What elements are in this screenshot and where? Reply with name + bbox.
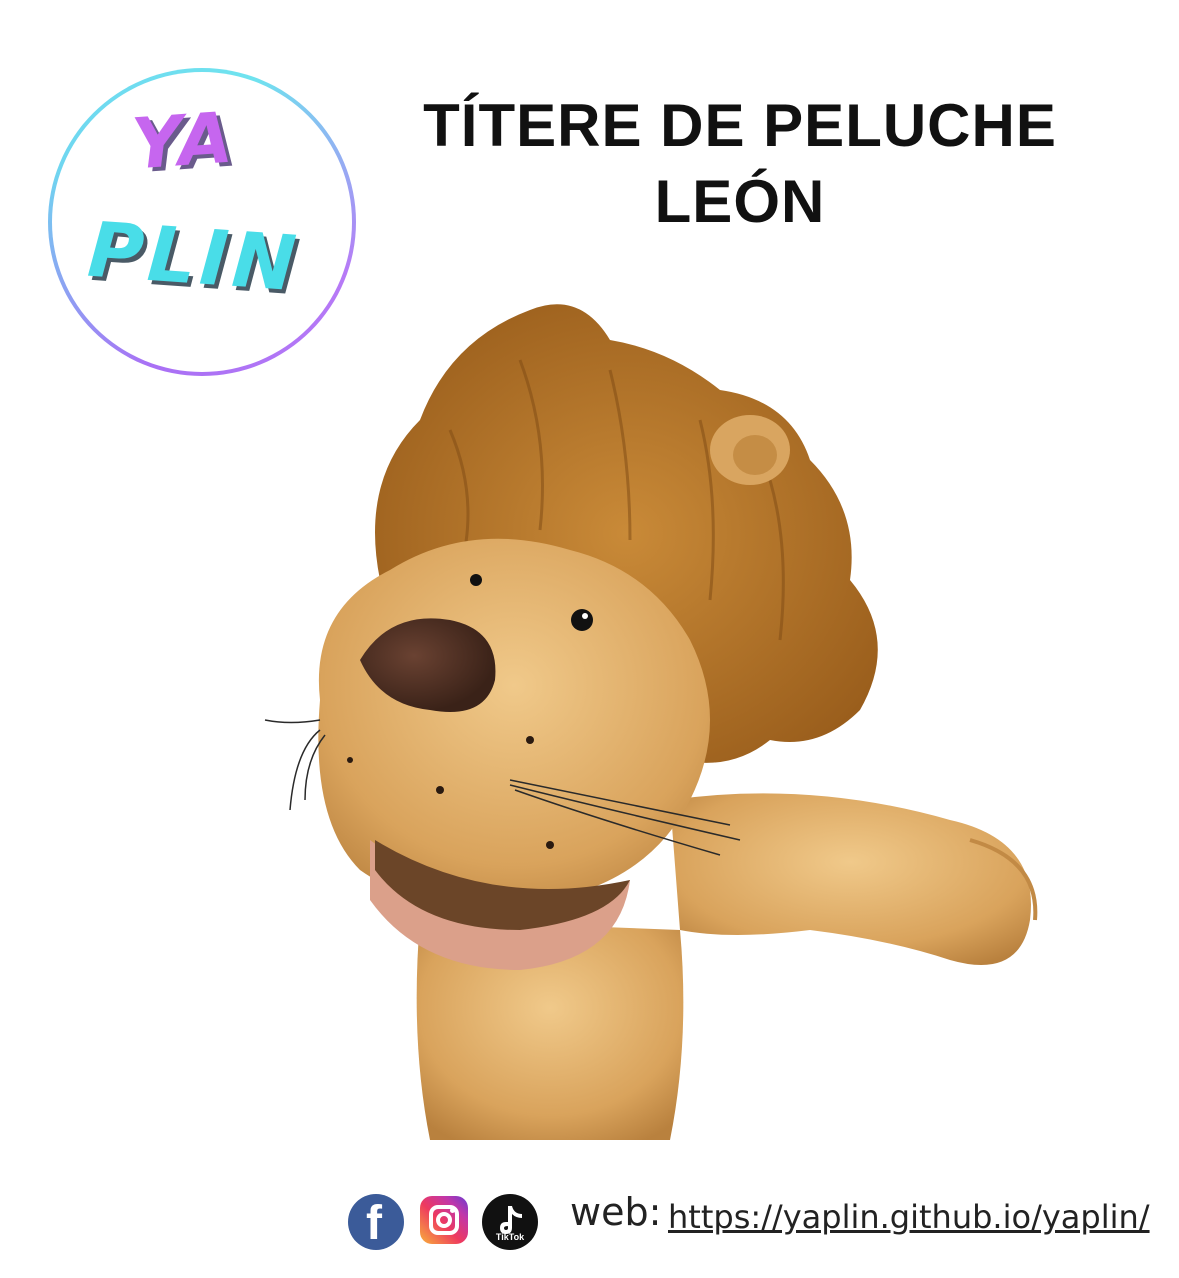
logo-text-top: YA (129, 96, 237, 186)
facebook-icon[interactable]: f (348, 1194, 404, 1250)
product-title: TÍTERE DE PELUCHE LEÓN (380, 88, 1100, 240)
tiktok-caption: TikTok (495, 1232, 525, 1242)
web-label: web: (570, 1190, 662, 1234)
website-link[interactable]: https://yaplin.github.io/yaplin/ (668, 1198, 1150, 1236)
lion-eye-right (571, 609, 593, 631)
instagram-icon[interactable] (420, 1196, 468, 1244)
tiktok-icon[interactable]: TikTok (482, 1194, 538, 1250)
lion-puppet-image (264, 304, 1038, 1140)
footer: f TikTok web: https://yaplin.github.io/y… (346, 1190, 1150, 1250)
title-line-1: TÍTERE DE PELUCHE (423, 92, 1057, 159)
title-line-2: LEÓN (654, 168, 826, 235)
puppet-arm (670, 793, 1031, 965)
lion-eye-left (470, 574, 482, 586)
